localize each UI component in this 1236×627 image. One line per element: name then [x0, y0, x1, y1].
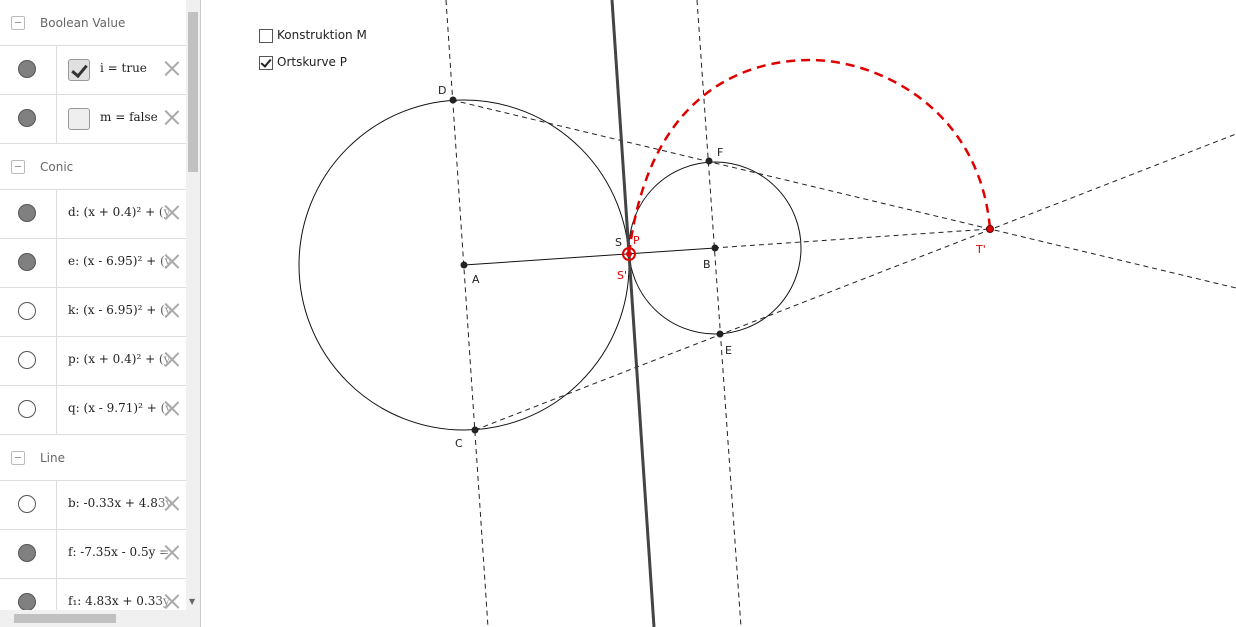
label-D: D: [438, 84, 446, 97]
point-P: [626, 251, 632, 257]
locus-curve: [627, 58, 992, 255]
marble-cell: [0, 190, 57, 238]
marble-cell: [0, 530, 57, 578]
visibility-marble-icon[interactable]: [18, 495, 36, 513]
collapse-icon[interactable]: [11, 160, 25, 174]
label-F: F: [717, 146, 723, 159]
visibility-marble-icon[interactable]: [18, 544, 36, 562]
vertical-scrollbar-thumb[interactable]: [188, 12, 198, 172]
visibility-marble-icon[interactable]: [18, 351, 36, 369]
line-B-T: [713, 228, 991, 249]
visibility-marble-icon[interactable]: [18, 593, 36, 611]
horizontal-scrollbar-thumb[interactable]: [14, 614, 116, 623]
boolean-checkbox[interactable]: [68, 108, 90, 130]
algebra-row[interactable]: k: (x - 6.95)² + (y −: [0, 288, 186, 337]
algebra-row[interactable]: d: (x + 0.4)² + (y −: [0, 190, 186, 239]
graphics-view[interactable]: D A C S P S' B F E T' Konstruktion M Ort…: [200, 0, 1236, 627]
algebra-row[interactable]: f: -7.35x - 0.5y = 3.: [0, 530, 186, 579]
marble-cell: [0, 46, 57, 94]
marble-cell: [0, 481, 57, 529]
group-header[interactable]: Boolean Value: [0, 0, 186, 46]
group-title: Boolean Value: [40, 16, 126, 30]
group-header[interactable]: Line: [0, 435, 186, 481]
visibility-marble-icon[interactable]: [18, 253, 36, 271]
boolean-checkbox[interactable]: [68, 59, 90, 81]
tangent-C-E: [474, 133, 1236, 431]
visibility-marble-icon[interactable]: [18, 109, 36, 127]
tangent-D-F: [451, 99, 1236, 289]
visibility-marble-icon[interactable]: [18, 400, 36, 418]
ortskurve-p-label: Ortskurve P: [277, 55, 347, 69]
delete-icon[interactable]: [164, 593, 180, 609]
point-E: [716, 330, 724, 338]
marble-cell: [0, 239, 57, 287]
label-B: B: [703, 258, 711, 271]
algebra-row[interactable]: q: (x - 9.71)² + (y −: [0, 386, 186, 435]
point-C: [471, 426, 479, 434]
algebra-row[interactable]: p: (x + 0.4)² + (y −: [0, 337, 186, 386]
point-F: [705, 157, 713, 165]
marble-cell: [0, 288, 57, 336]
visibility-marble-icon[interactable]: [18, 204, 36, 222]
collapse-icon[interactable]: [11, 451, 25, 465]
algebra-row[interactable]: b: -0.33x + 4.83y =: [0, 481, 186, 530]
marble-cell: [0, 95, 57, 143]
point-A: [460, 261, 468, 269]
ortskurve-p-checkbox[interactable]: [259, 55, 273, 70]
line-through-D-C: [445, 0, 489, 627]
scroll-down-icon[interactable]: ▼: [189, 597, 195, 606]
delete-icon[interactable]: [164, 351, 180, 367]
delete-icon[interactable]: [164, 109, 180, 125]
algebra-row-text[interactable]: i = true: [100, 61, 147, 75]
delete-icon[interactable]: [164, 302, 180, 318]
label-C: C: [455, 437, 463, 450]
construction-canvas[interactable]: D A C S P S' B F E T': [200, 0, 1236, 627]
point-B: [711, 244, 719, 252]
algebra-list: Boolean Value i = true m = false Conic d: (x…: [0, 0, 186, 627]
line-f: [610, 0, 656, 627]
group-title: Line: [40, 451, 66, 465]
delete-icon[interactable]: [164, 253, 180, 269]
visibility-marble-icon[interactable]: [18, 60, 36, 78]
label-P: P: [633, 234, 640, 247]
label-E: E: [725, 344, 732, 357]
segment-A-B: [463, 247, 716, 266]
visibility-marble-icon[interactable]: [18, 302, 36, 320]
algebra-row[interactable]: m = false: [0, 95, 186, 144]
delete-icon[interactable]: [164, 544, 180, 560]
horizontal-scrollbar[interactable]: [0, 610, 186, 627]
checkbox-ortskurve-p[interactable]: Ortskurve P: [259, 55, 347, 70]
checkbox-konstruktion-m[interactable]: Konstruktion M: [259, 28, 367, 43]
label-T-prime: T': [975, 243, 986, 256]
algebra-row[interactable]: e: (x - 6.95)² + (y −: [0, 239, 186, 288]
group-header[interactable]: Conic: [0, 144, 186, 190]
label-S: S: [615, 236, 622, 249]
point-D: [449, 96, 457, 104]
delete-icon[interactable]: [164, 60, 180, 76]
delete-icon[interactable]: [164, 400, 180, 416]
vertical-scrollbar[interactable]: ▼: [186, 0, 200, 627]
algebra-view: Boolean Value i = true m = false Conic d: (x…: [0, 0, 201, 627]
delete-icon[interactable]: [164, 495, 180, 511]
algebra-row[interactable]: i = true: [0, 46, 186, 95]
label-S-prime: S': [617, 269, 627, 282]
marble-cell: [0, 337, 57, 385]
marble-cell: [0, 386, 57, 434]
konstruktion-m-label: Konstruktion M: [277, 28, 367, 42]
point-T-prime: [986, 225, 994, 233]
group-title: Conic: [40, 160, 74, 174]
delete-icon[interactable]: [164, 204, 180, 220]
collapse-icon[interactable]: [11, 16, 25, 30]
label-A: A: [472, 273, 480, 286]
algebra-row-text[interactable]: m = false: [100, 110, 158, 124]
konstruktion-m-checkbox[interactable]: [259, 28, 273, 43]
